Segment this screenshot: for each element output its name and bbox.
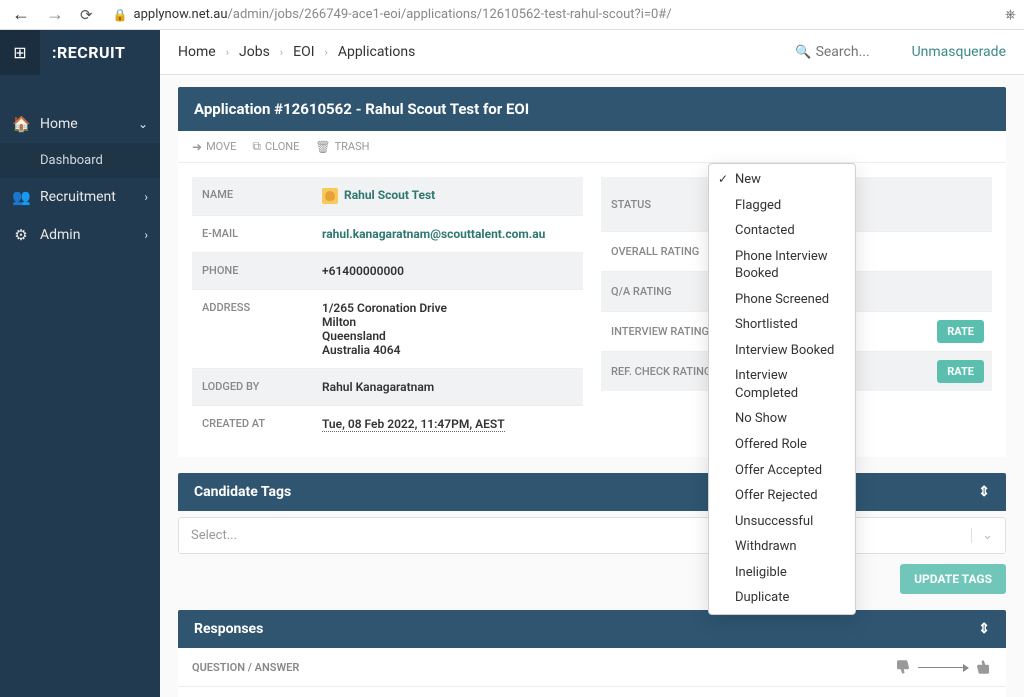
users-icon: 👥 [12, 188, 30, 206]
url-domain: applynow.net.au [134, 7, 228, 22]
gear-icon: ⚙ [12, 226, 30, 244]
section-candidate-tags: Candidate Tags ⇕ [178, 473, 1006, 511]
trash-icon: 🗑 [315, 140, 330, 154]
trash-button[interactable]: 🗑TRASH [315, 139, 369, 154]
tags-select[interactable]: Select... ⌄ [178, 517, 1006, 554]
status-option[interactable]: Withdrawn [709, 534, 855, 560]
label-address: ADDRESS [192, 290, 312, 368]
status-option[interactable]: Ineligible [709, 560, 855, 586]
nav-recruitment[interactable]: 👥 Recruitment › [0, 178, 160, 216]
home-icon: 🏠 [12, 115, 30, 133]
nav-dashboard[interactable]: Dashboard [0, 143, 160, 178]
expand-icon[interactable]: ⇕ [978, 621, 990, 637]
status-option[interactable]: Offered Role [709, 432, 855, 458]
back-icon[interactable]: ← [8, 4, 34, 25]
move-icon: ➜ [192, 140, 202, 154]
search-icon: 🔍 [795, 45, 811, 60]
crumb-home[interactable]: Home [178, 44, 216, 60]
move-button[interactable]: ➜MOVE [192, 139, 236, 154]
tags-placeholder: Select... [191, 528, 237, 543]
chevron-right-icon: › [280, 46, 283, 59]
status-dropdown[interactable]: NewFlaggedContactedPhone Interview Booke… [708, 163, 856, 615]
page-title: Application #12610562 - Rahul Scout Test… [178, 87, 1006, 131]
label-lodged: LODGED BY [192, 369, 312, 405]
label-phone: PHONE [192, 253, 312, 289]
chevron-right-icon: › [226, 46, 229, 59]
lock-icon: 🔒 [113, 8, 128, 22]
arrow-line-icon [918, 667, 968, 668]
nav-home[interactable]: 🏠 Home ⌄ [0, 105, 160, 143]
crumb-eoi[interactable]: EOI [293, 44, 314, 60]
unmasquerade-link[interactable]: Unmasquerade [912, 44, 1006, 60]
thumbs-down-icon [894, 658, 912, 676]
section-responses: Responses ⇕ [178, 610, 1006, 648]
label-email: E-MAIL [192, 216, 312, 252]
status-option[interactable]: Contacted [709, 218, 855, 244]
chevron-right-icon: › [144, 228, 148, 242]
breadcrumb: Home › Jobs › EOI › Applications [178, 44, 415, 60]
avatar-icon [322, 188, 338, 204]
update-tags-button[interactable]: UPDATE TAGS [900, 564, 1006, 594]
status-option[interactable]: Interview Completed [709, 363, 855, 406]
expand-icon[interactable]: ⇕ [978, 484, 990, 500]
status-option[interactable]: Phone Screened [709, 287, 855, 313]
nav-admin[interactable]: ⚙ Admin › [0, 216, 160, 254]
apps-grid-icon[interactable]: ⊞ [0, 30, 40, 75]
forward-icon[interactable]: → [42, 4, 68, 25]
created-at: Tue, 08 Feb 2022, 11:47PM, AEST [312, 406, 583, 443]
lodged-by: Rahul Kanagaratnam [312, 369, 583, 405]
sidebar: ⊞ :RECRUIT 🏠 Home ⌄ Dashboard 👥 Recruitm… [0, 30, 160, 697]
chevron-right-icon: › [144, 190, 148, 204]
status-option[interactable]: Shortlisted [709, 312, 855, 338]
response-row: Do you have the legal right to live and … [178, 687, 1006, 697]
search-wrap[interactable]: 🔍 [795, 44, 895, 60]
url-bar[interactable]: 🔒 applynow.net.au/admin/jobs/266749-ace1… [105, 7, 997, 22]
topbar: Home › Jobs › EOI › Applications 🔍 Unmas… [160, 30, 1024, 75]
candidate-name-link[interactable]: Rahul Scout Test [312, 177, 583, 215]
details-left: NAME Rahul Scout Test E-MAIL rahul.kanag… [192, 177, 583, 443]
chevron-right-icon: › [325, 46, 328, 59]
reload-icon[interactable]: ⟳ [76, 6, 97, 24]
nav-admin-label: Admin [40, 227, 134, 243]
rate-ref-button[interactable]: RATE [937, 360, 984, 383]
chevron-down-icon: ⌄ [138, 117, 148, 131]
status-option[interactable]: Phone Interview Booked [709, 244, 855, 287]
label-created: CREATED AT [192, 406, 312, 443]
search-input[interactable] [816, 44, 896, 60]
sidebar-header: ⊞ :RECRUIT [0, 30, 160, 75]
status-option[interactable]: New [709, 167, 855, 193]
main-content: Home › Jobs › EOI › Applications 🔍 Unmas… [160, 30, 1024, 697]
nav-home-label: Home [40, 116, 128, 132]
responses-col-header: QUESTION / ANSWER [192, 661, 299, 674]
rate-interview-button[interactable]: RATE [937, 320, 984, 343]
nav-recruitment-label: Recruitment [40, 189, 134, 205]
chevron-down-icon[interactable]: ⌄ [971, 528, 993, 543]
status-option[interactable]: Interview Booked [709, 338, 855, 364]
candidate-email-link[interactable]: rahul.kanagaratnam@scouttalent.com.au [312, 216, 583, 252]
crumb-jobs[interactable]: Jobs [239, 44, 270, 60]
status-option[interactable]: No Show [709, 406, 855, 432]
status-option[interactable]: Unsuccessful [709, 509, 855, 535]
browser-chrome: ← → ⟳ 🔒 applynow.net.au/admin/jobs/26674… [0, 0, 1024, 30]
thumbs-up-icon [974, 658, 992, 676]
label-name: NAME [192, 177, 312, 215]
status-option[interactable]: Offer Accepted [709, 458, 855, 484]
url-path: /admin/jobs/266749-ace1-eoi/applications… [228, 7, 672, 22]
status-option[interactable]: Flagged [709, 193, 855, 219]
responses-header-row: QUESTION / ANSWER [178, 648, 1006, 687]
candidate-phone: +61400000000 [312, 253, 583, 289]
action-toolbar: ➜MOVE ⧉CLONE 🗑TRASH [178, 131, 1006, 163]
details-panel: NAME Rahul Scout Test E-MAIL rahul.kanag… [178, 163, 1006, 457]
status-option[interactable]: Offer Rejected [709, 483, 855, 509]
location-icon[interactable]: ⎈ [1005, 7, 1016, 23]
status-option[interactable]: Duplicate [709, 585, 855, 611]
candidate-address: 1/265 Coronation Drive Milton Queensland… [312, 290, 583, 368]
clone-button[interactable]: ⧉CLONE [252, 139, 299, 154]
clone-icon: ⧉ [252, 139, 261, 154]
brand-logo: :RECRUIT [40, 43, 160, 62]
crumb-applications[interactable]: Applications [338, 44, 416, 60]
